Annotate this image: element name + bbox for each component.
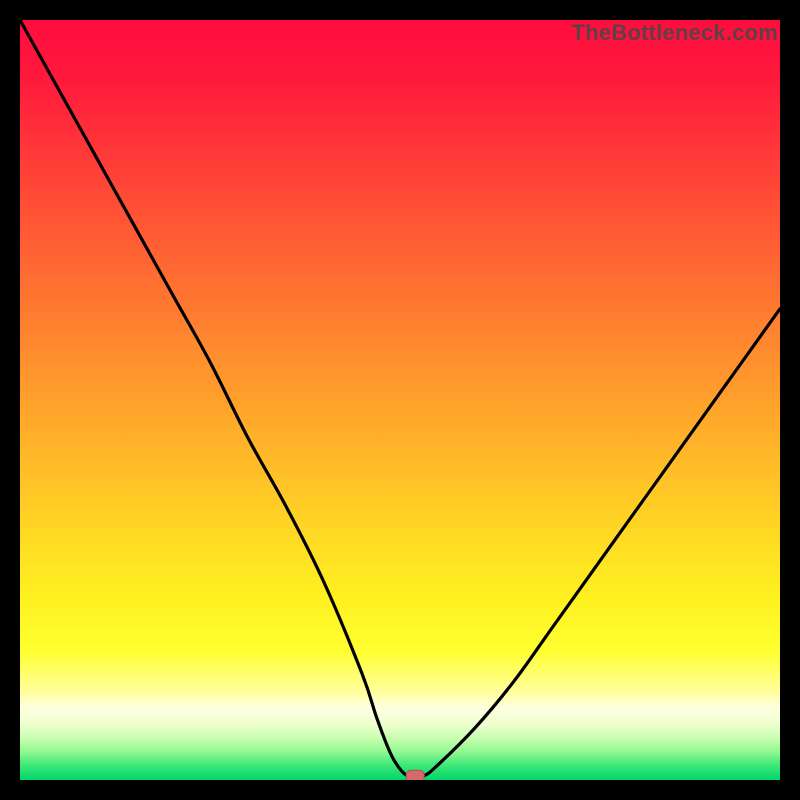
optimal-point-marker [406,770,424,780]
watermark-text: TheBottleneck.com [572,20,778,46]
chart-frame: TheBottleneck.com [0,0,800,800]
bottleneck-curve-chart [20,20,780,780]
gradient-background [20,20,780,780]
plot-area: TheBottleneck.com [20,20,780,780]
